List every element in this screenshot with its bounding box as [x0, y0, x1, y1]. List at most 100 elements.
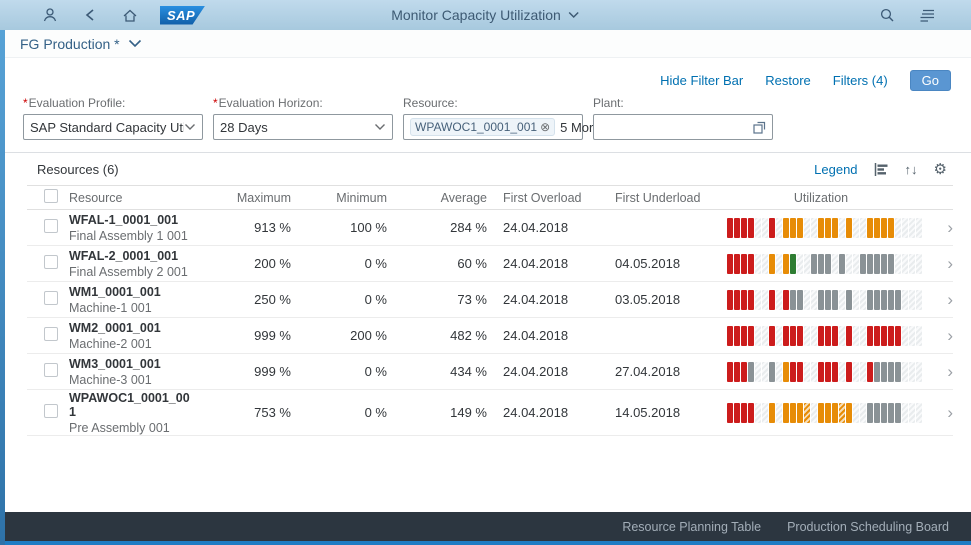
- first-underload-value: 27.04.2018: [615, 364, 681, 379]
- column-header-average[interactable]: Average: [395, 191, 495, 205]
- resource-name: WFAL-2_0001_001: [69, 248, 179, 263]
- field-label: Plant:: [593, 96, 624, 110]
- utilization-segment: [832, 217, 838, 238]
- chevron-down-icon: [568, 11, 579, 19]
- column-header-first-underload[interactable]: First Underload: [607, 191, 719, 205]
- required-marker: *: [23, 96, 28, 110]
- maximum-value: 753 %: [254, 405, 291, 420]
- table-body: WFAL-1_0001_001 Final Assembly 1 001 913 %…: [27, 210, 953, 436]
- utilization-segment: [811, 361, 817, 382]
- utilization-segment: [776, 325, 782, 346]
- utilization-segment: [762, 217, 768, 238]
- utilization-segment: [804, 402, 810, 423]
- utilization-segment: [909, 325, 915, 346]
- resource-cell: WFAL-2_0001_001 Final Assembly 2 001: [61, 249, 211, 279]
- column-header-first-overload[interactable]: First Overload: [495, 191, 607, 205]
- utilization-segment: [916, 217, 922, 238]
- app-title[interactable]: Monitor Capacity Utilization: [391, 0, 580, 30]
- column-header-resource[interactable]: Resource: [61, 191, 211, 205]
- horizontal-bar-chart-icon[interactable]: [874, 162, 889, 176]
- row-checkbox[interactable]: [44, 219, 58, 233]
- row-checkbox[interactable]: [44, 404, 58, 418]
- evaluation-horizon-select[interactable]: 28 Days: [213, 114, 393, 140]
- plant-input[interactable]: [593, 114, 773, 140]
- resource-token[interactable]: WPAWOC1_0001_001 ⊗: [410, 118, 556, 136]
- utilization-segment: [818, 217, 824, 238]
- utilization-segment: [846, 217, 852, 238]
- chevron-right-icon[interactable]: ›: [947, 219, 953, 236]
- utilization-segment: [818, 325, 824, 346]
- table-row[interactable]: WM3_0001_001 Machine-3 001 999 % 0 % 434 % 24…: [27, 354, 953, 390]
- chevron-right-icon[interactable]: ›: [947, 291, 953, 308]
- search-icon[interactable]: [877, 5, 897, 25]
- user-icon[interactable]: [40, 5, 60, 25]
- chevron-right-icon[interactable]: ›: [947, 327, 953, 344]
- row-checkbox[interactable]: [44, 327, 58, 341]
- utilization-segment: [741, 325, 747, 346]
- utilization-segment: [748, 325, 754, 346]
- resource-multi-input[interactable]: WPAWOC1_0001_001 ⊗ 5 More: [403, 114, 613, 140]
- back-icon[interactable]: [80, 5, 100, 25]
- utilization-segment: [790, 361, 796, 382]
- utilization-segment: [790, 289, 796, 310]
- utilization-segment: [762, 289, 768, 310]
- chevron-right-icon[interactable]: ›: [947, 363, 953, 380]
- value-help-icon[interactable]: [753, 121, 766, 134]
- utilization-segment: [839, 361, 845, 382]
- column-header-utilization[interactable]: Utilization: [719, 191, 923, 205]
- utilization-segment: [811, 289, 817, 310]
- utilization-segment: [888, 289, 894, 310]
- utilization-segment: [902, 217, 908, 238]
- table-row[interactable]: WM2_0001_001 Machine-2 001 999 % 200 % 482 %…: [27, 318, 953, 354]
- table-row[interactable]: WFAL-1_0001_001 Final Assembly 1 001 913 %…: [27, 210, 953, 246]
- utilization-segment: [874, 253, 880, 274]
- resource-cell: WPAWOC1_0001_001 Pre Assembly 001: [61, 391, 211, 435]
- menu-icon[interactable]: [917, 5, 937, 25]
- table-row[interactable]: WPAWOC1_0001_001 Pre Assembly 001 753 % 0 %…: [27, 390, 953, 436]
- chevron-right-icon[interactable]: ›: [947, 255, 953, 272]
- select-all-checkbox[interactable]: [44, 189, 58, 203]
- chevron-right-icon[interactable]: ›: [947, 404, 953, 421]
- utilization-segment: [818, 361, 824, 382]
- utilization-segment: [909, 217, 915, 238]
- column-header-minimum[interactable]: Minimum: [299, 191, 395, 205]
- maximum-value: 250 %: [254, 292, 291, 307]
- table-toolbar: Resources (6) Legend ↑↓ ⚙: [27, 153, 953, 185]
- required-marker: *: [213, 96, 218, 110]
- sap-logo[interactable]: SAP: [160, 5, 206, 25]
- legend-link[interactable]: Legend: [814, 162, 857, 177]
- utilization-segment: [874, 402, 880, 423]
- filter-bar: Hide Filter Bar Restore Filters (4) Go *…: [0, 58, 971, 153]
- utilization-segment: [804, 361, 810, 382]
- column-header-maximum[interactable]: Maximum: [211, 191, 299, 205]
- table-row[interactable]: WM1_0001_001 Machine-1 001 250 % 0 % 73 % 24.…: [27, 282, 953, 318]
- window-edge-left: [0, 30, 5, 545]
- utilization-chart: [719, 253, 931, 274]
- utilization-segment: [762, 253, 768, 274]
- resource-description: Machine-1 001: [69, 300, 152, 315]
- first-underload-value: 03.05.2018: [615, 292, 681, 307]
- variant-title[interactable]: FG Production *: [20, 36, 120, 52]
- hide-filter-bar-link[interactable]: Hide Filter Bar: [660, 73, 743, 88]
- row-checkbox[interactable]: [44, 363, 58, 377]
- utilization-segment: [874, 361, 880, 382]
- row-checkbox[interactable]: [44, 255, 58, 269]
- utilization-segment: [741, 361, 747, 382]
- utilization-segment: [867, 253, 873, 274]
- evaluation-profile-select[interactable]: SAP Standard Capacity Utilizat...: [23, 114, 203, 140]
- home-icon[interactable]: [120, 5, 140, 25]
- resource-planning-table-link[interactable]: Resource Planning Table: [622, 520, 761, 534]
- restore-link[interactable]: Restore: [765, 73, 811, 88]
- token-remove-icon[interactable]: ⊗: [540, 120, 550, 134]
- chevron-down-icon[interactable]: [128, 39, 142, 48]
- utilization-segment: [895, 361, 901, 382]
- sort-icon[interactable]: ↑↓: [905, 162, 918, 177]
- go-button[interactable]: Go: [909, 69, 951, 91]
- row-checkbox[interactable]: [44, 291, 58, 305]
- utilization-segment: [825, 325, 831, 346]
- filters-link[interactable]: Filters (4): [833, 73, 888, 88]
- table-row[interactable]: WFAL-2_0001_001 Final Assembly 2 001 200 %…: [27, 246, 953, 282]
- production-scheduling-board-link[interactable]: Production Scheduling Board: [787, 520, 949, 534]
- settings-gear-icon[interactable]: ⚙: [934, 160, 947, 178]
- utilization-segment: [755, 217, 761, 238]
